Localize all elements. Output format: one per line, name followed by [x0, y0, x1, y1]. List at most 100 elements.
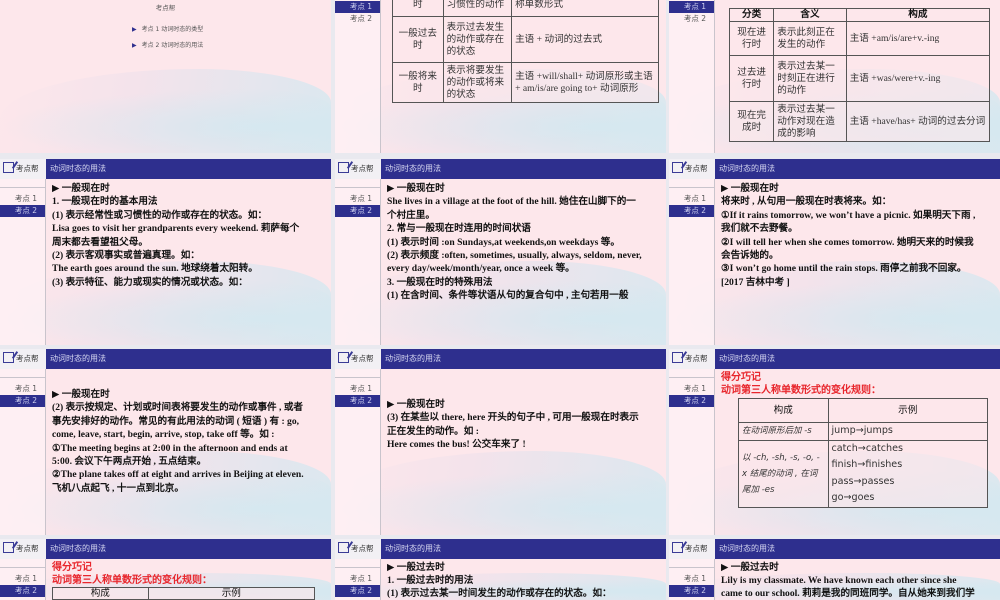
sidebar-item-kaodian-2[interactable]: 考点 2: [335, 205, 380, 217]
section-header-title: 动词时态的用法: [715, 349, 1000, 369]
tense-table: 分类 含义 构成 现在进行时 表示此刻正在发生的动作 主语 +am/is/are+v.-i…: [728, 8, 991, 142]
text-line: ①The meeting begins at 2:00 in the after…: [52, 442, 288, 454]
sidebar-nav: 考点 1 考点 2: [335, 559, 381, 600]
sidebar-item-kaodian-1[interactable]: 考点 1: [669, 383, 714, 395]
toc-item-label: 考点 2 动词时态的用法: [141, 42, 204, 49]
slide-thumbnail[interactable]: 考点帮动词时态的用法考点 1考点 2分类含义构成现在进行时表示此刻正在发生的动作…: [669, 0, 1000, 153]
sidebar-item-kaodian-1[interactable]: 考点 1: [335, 383, 380, 395]
slide-thumbnail[interactable]: 考点帮动词时态的用法考点 1考点 2分类含义构成一般现在时表示经常性、习惯性的动…: [335, 0, 666, 153]
toc-item[interactable]: ▶ 考点 1 动词时态的类型: [132, 24, 203, 33]
text-line: 飞机八点起飞 , 十一点到北京。: [52, 482, 184, 494]
table-row: 现在完成时 表示过去某一动作对现在造成的影响 主语 +have/has+ 动词的过去…: [728, 101, 991, 142]
logo-label: 考点帮: [685, 164, 708, 173]
text-line: ▶ 一般现在时: [387, 183, 445, 194]
table-header-row: 构成 示例: [738, 398, 989, 423]
table-cell: 一般将来时: [392, 62, 444, 103]
logo: 考点帮: [335, 349, 381, 369]
sidebar-item-kaodian-2[interactable]: 考点 2: [669, 585, 714, 597]
text-line: 我们就不去野餐。: [721, 223, 798, 235]
sidebar-item-kaodian-2[interactable]: 考点 2: [669, 13, 714, 25]
sidebar-item-kaodian-1[interactable]: 考点 1: [335, 573, 380, 585]
sidebar-item-kaodian-1[interactable]: 考点 1: [669, 573, 714, 585]
sidebar-item-kaodian-2[interactable]: 考点 2: [335, 585, 380, 597]
logo: 考点帮: [669, 349, 715, 369]
table-row: 一般将来时 表示将要发生的动作或将来的状态 主语 +will/shall+ 动词原形…: [392, 62, 659, 103]
sidebar-item-kaodian-1[interactable]: 考点 1: [0, 383, 45, 395]
part-subtitle: 考点帮: [155, 4, 176, 12]
tip-subtitle: 动词第三人称单数形式的变化规则：: [721, 385, 881, 397]
text-line: ▶ 一般现在时: [721, 183, 779, 194]
slide-body-text: ▶ 一般现在时 (3) 在某些以 there, here 开头的句子中 , 可用一…: [387, 398, 662, 452]
sidebar-item-kaodian-1[interactable]: 考点 1: [335, 193, 380, 205]
text-line: 5:00. 会议下午两点开始 , 五点结束。: [52, 455, 207, 467]
text-line: (2) 表示客观事实或普遍真理。如：: [52, 249, 200, 261]
slide-body-text: ▶ 一般现在时 将来时 , 从句用一般现在时表将来。如： ①If it rains …: [721, 182, 996, 289]
sidebar-item-kaodian-2[interactable]: 考点 2: [0, 205, 45, 217]
logo: 考点帮: [0, 349, 46, 369]
slide-thumbnail[interactable]: 考点帮 动词时态的用法 考点 1 考点 2 ▶ 一般过去时 1. 一般过去时的用法 (1) …: [335, 539, 666, 600]
table-cell: 一般过去时: [392, 16, 444, 63]
section-header-title: 动词时态的用法: [46, 539, 331, 559]
toc-item[interactable]: ▶ 考点 2 动词时态的用法: [132, 40, 203, 49]
pencil-note-icon: [3, 162, 14, 173]
sidebar-item-kaodian-2[interactable]: 考点 2: [669, 395, 714, 407]
sidebar-item-kaodian-2[interactable]: 考点 2: [0, 585, 45, 597]
sidebar-item-kaodian-2[interactable]: 考点 2: [669, 205, 714, 217]
table-row: 过去进行时 表示过去某一时刻正在进行的动作 主语 +was/were+v.-ing: [728, 55, 991, 102]
text-line: ▶ 一般过去时: [387, 562, 445, 573]
sidebar-item-kaodian-1[interactable]: 考点 1: [669, 1, 714, 13]
text-line: She lives in a village at the foot of th…: [387, 196, 636, 208]
text-line: ②I will tell her when she comes tomorrow…: [721, 236, 974, 248]
logo-label: 考点帮: [351, 354, 374, 363]
text-line: (1) 表示时间 :on Sundays,at weekends,on week…: [387, 236, 620, 248]
slide-thumbnail[interactable]: 考点帮 动词时态的用法 考点 1 考点 2 ▶ 一般现在时 1. 一般现在时的基本用法 (1…: [0, 159, 331, 345]
text-line: 周末都去看望祖父母。: [52, 236, 148, 248]
table-header-row: 分类 含义 构成: [728, 8, 991, 22]
sidebar-divider: [0, 567, 45, 568]
slide-thumbnail[interactable]: 考点帮 动词时态的用法 考点 1 考点 2 ▶ 一般现在时 (2) 表示按规定、计划或时间…: [0, 349, 331, 535]
text-line: (1) 表示经常性或习惯性的动作或存在的状态。如：: [52, 209, 268, 221]
section-header-title: 动词时态的用法: [381, 159, 666, 179]
sidebar-item-kaodian-1[interactable]: 考点 1: [0, 193, 45, 205]
logo-label: 考点帮: [685, 544, 708, 553]
table-cell: 一般现在时: [392, 0, 444, 17]
sidebar-item-kaodian-1[interactable]: 考点 1: [0, 573, 45, 585]
sidebar-item-kaodian-2[interactable]: 考点 2: [335, 13, 380, 25]
text-line: 2. 常与一般现在时连用的时间状语: [387, 223, 531, 235]
slide-body-text: ▶ 一般现在时 (2) 表示按规定、计划或时间表将要发生的动作或事件 , 或者 事先…: [52, 388, 327, 495]
text-line: 个村庄里。: [387, 209, 435, 221]
sidebar-item-kaodian-2[interactable]: 考点 2: [335, 395, 380, 407]
logo-label: 考点帮: [351, 544, 374, 553]
rule-cell: 以 -ch, -sh, -s, -o, -x 结尾的动词 , 在词尾加 -es: [738, 439, 829, 508]
slide-thumbnail[interactable]: 考点帮 动词时态的用法 考点 1 考点 2 ▶ 一般现在时 将来时 , 从句用一般现在时表…: [669, 159, 1000, 345]
sidebar-divider: [335, 567, 380, 568]
slide-thumbnail[interactable]: 考点帮 动词时态的用法 考点 1 考点 2 ▶ 一般现在时 She lives in a …: [335, 159, 666, 345]
play-bullet-icon: ▶: [132, 42, 137, 49]
pencil-note-icon: [3, 352, 14, 363]
slide-thumbnail[interactable]: 考点帮 动词时态的用法考点 1 考点 2 得分巧记动词第三人称单数形式的变化规则： 构成…: [669, 349, 1000, 535]
table-row: 一般现在时表示经常性、习惯性的动作主语 + 动词原形 / 动词的第三人称单数形式: [392, 0, 659, 17]
text-line: (2) 表示频度 :often, sometimes, usually, alw…: [387, 249, 642, 261]
third-person-rules-table: 构成 示例: [52, 587, 316, 600]
pencil-note-icon: [672, 352, 683, 363]
tip-block: 得分巧记 动词第三人称单数形式的变化规则：: [52, 561, 327, 587]
slide-thumbnail[interactable]: PART 02考点帮▶考点 1 动词时态的类型▶考点 2 动词时态的用法: [0, 0, 331, 153]
slide-thumbnail[interactable]: 考点帮 动词时态的用法 考点 1 考点 2 ▶ 一般过去时 Lily is my clas…: [669, 539, 1000, 600]
slide-thumbnail[interactable]: 考点帮 动词时态的用法考点 1 考点 2 得分巧记 动词第三人称单数形式的变化规则： 构成…: [0, 539, 331, 600]
text-line: came to our school. 莉莉是我的同班同学。自从她来到我们学: [721, 588, 975, 599]
slide-thumbnail[interactable]: 考点帮 动词时态的用法 考点 1 考点 2 ▶ 一般现在时 (3) 在某些以 there,…: [335, 349, 666, 535]
slide-body-text: ▶ 一般现在时 1. 一般现在时的基本用法 (1) 表示经常性或习惯性的动作或存在的…: [52, 182, 327, 289]
sidebar-item-kaodian-1[interactable]: 考点 1: [669, 193, 714, 205]
example-item: jump→jumps: [831, 425, 893, 436]
sidebar-item-kaodian-1[interactable]: 考点 1: [335, 1, 380, 13]
sidebar-item-kaodian-2[interactable]: 考点 2: [0, 395, 45, 407]
sidebar-divider: [335, 187, 380, 188]
logo-label: 考点帮: [685, 354, 708, 363]
tip-title: 得分巧记: [721, 372, 761, 383]
sidebar-nav: 考点 1 考点 2: [335, 369, 381, 535]
column-header: 构成: [845, 8, 991, 22]
section-header-title: 动词时态的用法: [381, 349, 666, 369]
logo: 考点帮: [0, 539, 46, 559]
table-row: 以 -ch, -sh, -s, -o, -x 结尾的动词 , 在词尾加 -es c…: [738, 439, 989, 508]
slide-body-text: ▶ 一般过去时 Lily is my classmate. We have kno…: [721, 561, 996, 600]
